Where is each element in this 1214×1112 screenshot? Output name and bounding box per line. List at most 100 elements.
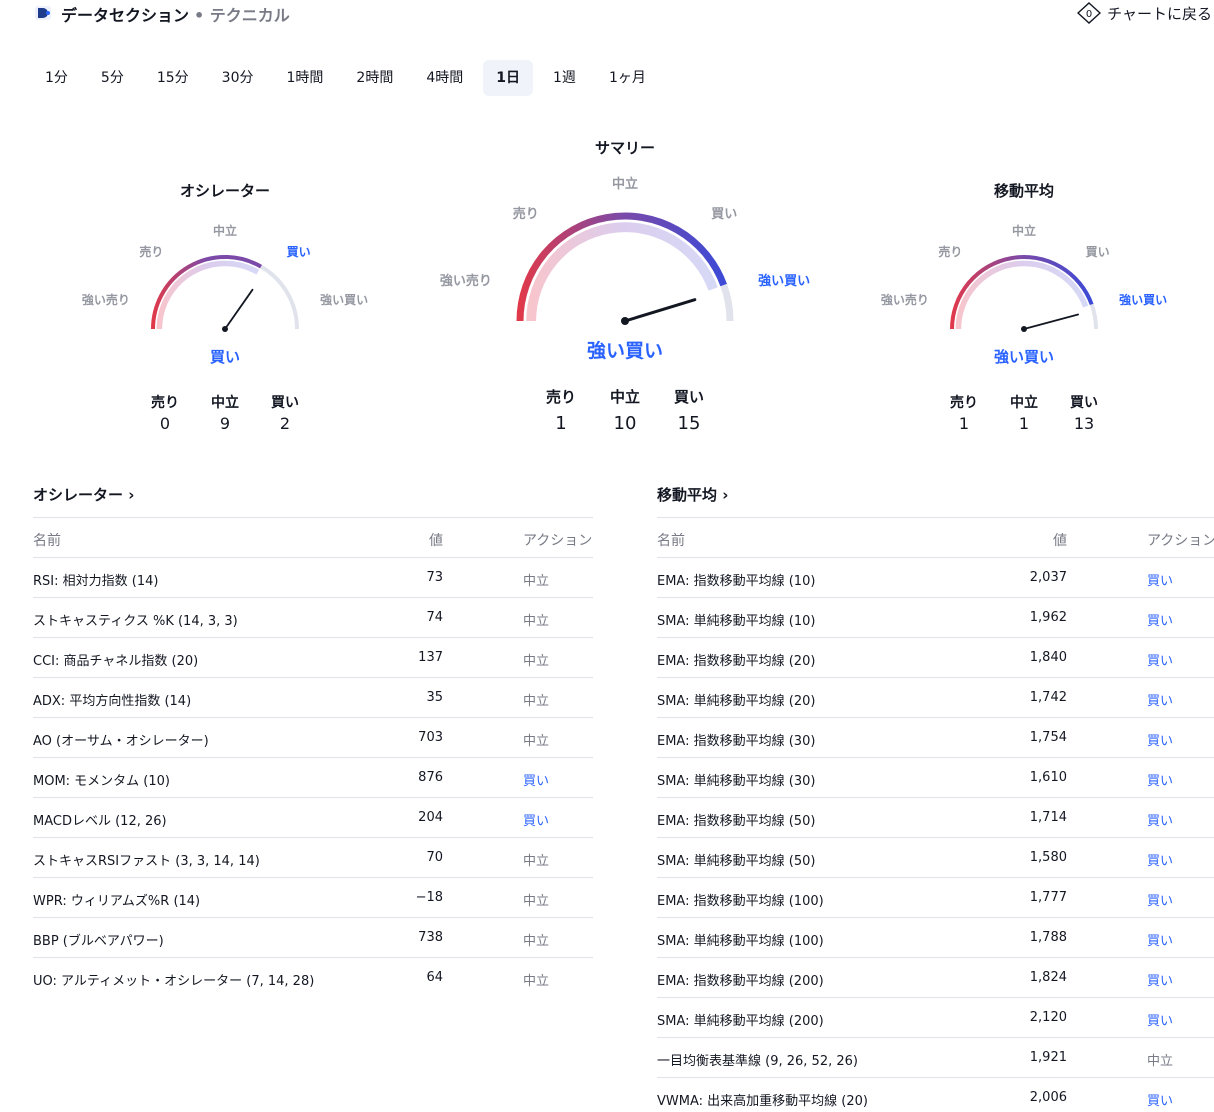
table-row: EMA: 指数移動平均線 (30) 1,754 買い — [657, 717, 1214, 757]
table-row: ADX: 平均方向性指数 (14) 35 中立 — [33, 677, 593, 717]
table-row: ストキャスティクス %K (14, 3, 3) 74 中立 — [33, 597, 593, 637]
gauge-label-strong-sell: 強い売り — [439, 273, 492, 289]
tab-timeframe[interactable]: 15分 — [144, 60, 202, 96]
gauge-count-value-sell: 0 — [159, 414, 171, 433]
indicator-action: 中立 — [523, 894, 550, 909]
indicator-value: 876 — [418, 770, 443, 785]
indicator-action: 中立 — [523, 654, 550, 669]
page-subtitle: • テクニカル — [194, 6, 290, 25]
indicator-name: 一目均衡表基準線 (9, 26, 52, 26) — [657, 1054, 858, 1069]
back-to-chart-button[interactable]: 0 チャートに戻る — [1077, 2, 1212, 24]
indicator-action: 買い — [1147, 574, 1174, 589]
moving-averages-section-link[interactable]: 移動平均 › — [657, 484, 728, 505]
indicator-value: 1,824 — [1029, 970, 1067, 985]
indicator-action: 買い — [523, 814, 550, 829]
indicator-action: 中立 — [523, 574, 550, 589]
indicator-value: 70 — [426, 850, 443, 865]
table-row: EMA: 指数移動平均線 (50) 1,714 買い — [657, 797, 1214, 837]
indicator-action: 買い — [1147, 734, 1174, 749]
indicator-value: 64 — [426, 970, 443, 985]
indicator-action: 中立 — [523, 854, 550, 869]
tab-timeframe[interactable]: 1ヶ月 — [596, 60, 659, 96]
gauge-count-label-buy: 買い — [1070, 395, 1098, 411]
oscillators-section-link[interactable]: オシレーター › — [33, 484, 134, 505]
indicator-value: 1,714 — [1029, 810, 1067, 825]
column-header-name: 名前 — [33, 533, 61, 549]
table-row: UO: アルティメット・オシレーター (7, 14, 28) 64 中立 — [33, 957, 593, 997]
indicator-action: 買い — [1147, 774, 1174, 789]
gauge-verdict: 買い — [209, 348, 241, 366]
table-row: MACDレベル (12, 26) 204 買い — [33, 797, 593, 837]
tab-timeframe[interactable]: 1日 — [483, 60, 534, 96]
gauge-count-value-neutral: 1 — [1018, 414, 1030, 433]
indicator-name: EMA: 指数移動平均線 (50) — [657, 814, 816, 829]
tab-timeframe[interactable]: 1分 — [32, 60, 81, 96]
column-header-action: アクション — [1147, 533, 1214, 549]
indicator-name: VWMA: 出来高加重移動平均線 (20) — [657, 1094, 868, 1109]
tab-timeframe[interactable]: 5分 — [88, 60, 137, 96]
tab-timeframe[interactable]: 4時間 — [413, 60, 476, 96]
gauge-verdict: 強い買い — [993, 348, 1055, 366]
indicator-action: 買い — [1147, 854, 1174, 869]
table-row: SMA: 単純移動平均線 (50) 1,580 買い — [657, 837, 1214, 877]
gauge-label-strong-buy: 強い買い — [1119, 292, 1168, 307]
gauge-label-sell: 売り — [139, 244, 164, 259]
column-header-name: 名前 — [657, 533, 685, 549]
indicator-value: 1,742 — [1029, 690, 1067, 705]
indicator-name: AO (オーサム・オシレーター) — [33, 734, 209, 749]
table-row: WPR: ウィリアムズ%R (14) −18 中立 — [33, 877, 593, 917]
table-row: VWMA: 出来高加重移動平均線 (20) 2,006 買い — [657, 1077, 1214, 1112]
gauge-label-strong-sell: 強い売り — [81, 292, 130, 307]
gauge-label-strong-sell: 強い売り — [880, 292, 929, 307]
indicator-value: 2,120 — [1029, 1010, 1067, 1025]
gauge-count-label-sell: 売り — [950, 395, 978, 411]
gauge-count-label-buy: 買い — [673, 388, 705, 406]
tab-timeframe[interactable]: 1週 — [540, 60, 589, 96]
table-row: CCI: 商品チャネル指数 (20) 137 中立 — [33, 637, 593, 677]
gauge-count-label-neutral: 中立 — [609, 388, 641, 406]
gauge-count-value-buy: 15 — [677, 413, 701, 434]
indicator-value: 2,006 — [1029, 1090, 1067, 1105]
indicator-name: SMA: 単純移動平均線 (50) — [657, 854, 816, 869]
indicator-value: 1,580 — [1029, 850, 1067, 865]
indicator-value: 1,754 — [1029, 730, 1067, 745]
indicator-value: 35 — [426, 690, 443, 705]
indicator-name: EMA: 指数移動平均線 (200) — [657, 974, 824, 989]
tab-timeframe[interactable]: 2時間 — [343, 60, 406, 96]
gauge-label-strong-buy: 強い買い — [758, 273, 811, 289]
tab-timeframe[interactable]: 1時間 — [274, 60, 337, 96]
gauge-track — [720, 283, 734, 322]
indicator-value: 1,610 — [1029, 770, 1067, 785]
gauge-title: サマリー — [594, 139, 656, 157]
gauge-label-neutral: 中立 — [212, 223, 238, 238]
table-row: RSI: 相対力指数 (14) 73 中立 — [33, 557, 593, 597]
indicator-value: 738 — [418, 930, 443, 945]
gauge-verdict: 強い買い — [586, 340, 664, 362]
gauge-count-label-buy: 買い — [271, 395, 299, 411]
page-title: データセクション — [61, 6, 190, 25]
table-row: 一目均衡表基準線 (9, 26, 52, 26) 1,921 中立 — [657, 1037, 1214, 1077]
indicator-name: SMA: 単純移動平均線 (30) — [657, 774, 816, 789]
gauge-count-label-sell: 売り — [545, 388, 577, 406]
gauge-count-value-buy: 13 — [1073, 414, 1095, 433]
table-row: MOM: モメンタム (10) 876 買い — [33, 757, 593, 797]
tab-timeframe[interactable]: 30分 — [209, 60, 267, 96]
gauge-label-neutral: 中立 — [611, 177, 639, 193]
gauge-count-label-sell: 売り — [151, 395, 179, 411]
gauge-label-neutral: 中立 — [1011, 223, 1037, 238]
gauge-count-label-neutral: 中立 — [1010, 395, 1038, 411]
gauge-inner-band — [156, 260, 260, 330]
indicator-value: 204 — [418, 810, 443, 825]
table-row: EMA: 指数移動平均線 (200) 1,824 買い — [657, 957, 1214, 997]
indicator-action: 買い — [1147, 974, 1174, 989]
indicator-value: 1,921 — [1029, 1050, 1067, 1065]
indicator-action: 中立 — [1147, 1054, 1174, 1069]
gauge-needle — [623, 298, 697, 323]
indicator-name: SMA: 単純移動平均線 (10) — [657, 614, 816, 629]
table-row: SMA: 単純移動平均線 (100) 1,788 買い — [657, 917, 1214, 957]
datasection-logo — [35, 6, 51, 20]
gauge-title: オシレーター — [179, 182, 271, 200]
gauge-label-buy: 買い — [286, 244, 311, 259]
table-row: BBP (ブルベアパワー) 738 中立 — [33, 917, 593, 957]
gauge-label-buy: 買い — [1085, 244, 1110, 259]
